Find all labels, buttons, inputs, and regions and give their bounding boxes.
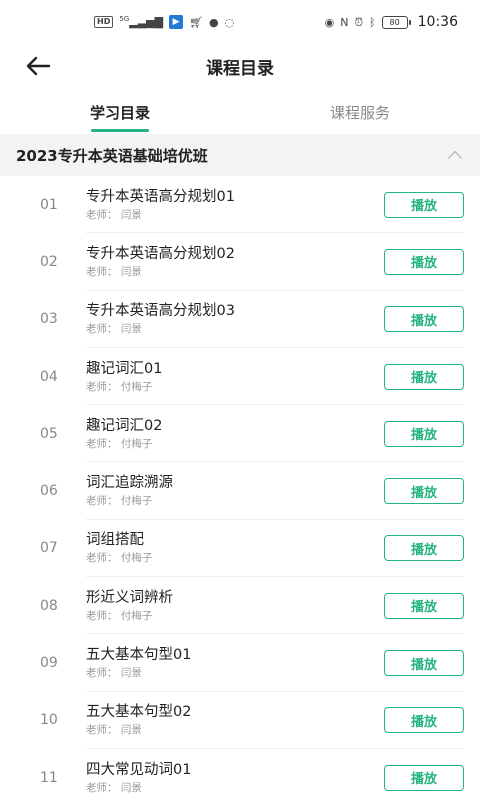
lesson-info: 词组搭配 老师： 付梅子: [86, 530, 384, 566]
lesson-row[interactable]: 07 词组搭配 老师： 付梅子 播放: [0, 520, 480, 578]
lesson-teacher: 老师： 闫景: [86, 724, 142, 737]
lesson-title: 五大基本句型01: [86, 647, 192, 664]
lesson-row[interactable]: 05 趣记词汇02 老师： 付梅子 播放: [0, 405, 480, 463]
lesson-info: 形近义词辨析 老师： 付梅子: [86, 588, 384, 624]
lesson-teacher: 老师： 付梅子: [86, 552, 153, 565]
lesson-row[interactable]: 06 词汇追踪溯源 老师： 付梅子 播放: [0, 462, 480, 521]
battery-icon: 80: [381, 15, 411, 29]
lesson-title: 四大常见动词01: [86, 761, 192, 778]
play-button[interactable]: 播放: [384, 420, 464, 447]
lesson-info: 专升本英语高分规划01 老师： 闫景: [86, 187, 384, 223]
lesson-row[interactable]: 02 专升本英语高分规划02 老师： 闫景 播放: [0, 233, 480, 291]
lesson-number: 06: [40, 483, 58, 500]
signal-5g-icon: 5G▂▃▅▇: [119, 15, 164, 29]
back-button[interactable]: [22, 52, 54, 80]
tab-study-catalog[interactable]: 学习目录: [0, 90, 240, 134]
lesson-number: 04: [40, 368, 58, 385]
lesson-title: 形近义词辨析: [86, 589, 173, 606]
lesson-number: 11: [40, 769, 58, 786]
chat-icon: ◌: [224, 15, 235, 29]
lesson-number: 10: [40, 712, 58, 729]
course-section-title: 2023专升本英语基础培优班: [16, 146, 208, 165]
cart-icon: 🛒︎: [189, 15, 204, 29]
lesson-title: 五大基本句型02: [86, 704, 192, 721]
play-button[interactable]: 播放: [384, 191, 464, 218]
lesson-title: 词组搭配: [86, 532, 144, 549]
lesson-teacher: 老师： 闫景: [86, 323, 142, 336]
lesson-row[interactable]: 03 专升本英语高分规划03 老师： 闫景 播放: [0, 291, 480, 349]
nfc-icon: N: [340, 15, 349, 29]
status-right: ◉ N ⏰︎ ᛒ 80 10:36: [325, 14, 458, 30]
play-button[interactable]: 播放: [384, 306, 464, 333]
play-button[interactable]: 播放: [384, 592, 464, 619]
lesson-info: 专升本英语高分规划02 老师： 闫景: [86, 244, 384, 280]
course-section-header[interactable]: 2023专升本英语基础培优班: [0, 134, 480, 176]
play-button[interactable]: 播放: [384, 478, 464, 505]
network-type: 5G: [119, 15, 130, 24]
bluetooth-icon: ᛒ: [369, 15, 376, 29]
play-button[interactable]: 播放: [384, 363, 464, 390]
lesson-number: 01: [40, 196, 58, 213]
lesson-number: 02: [40, 253, 58, 270]
lesson-row[interactable]: 11 四大常见动词01 老师： 闫景 播放: [0, 749, 480, 800]
lesson-list: 01 专升本英语高分规划01 老师： 闫景 播放 02 专升本英语高分规划02 …: [0, 176, 480, 800]
lesson-info: 趣记词汇02 老师： 付梅子: [86, 416, 384, 452]
lesson-row[interactable]: 09 五大基本句型01 老师： 闫景 播放: [0, 634, 480, 692]
lesson-teacher: 老师： 闫景: [86, 265, 142, 278]
lesson-info: 词汇追踪溯源 老师： 付梅子: [86, 473, 384, 509]
lesson-number: 03: [40, 311, 58, 328]
lesson-teacher: 老师： 闫景: [86, 208, 142, 221]
play-button[interactable]: 播放: [384, 650, 464, 677]
lesson-title: 趣记词汇01: [86, 360, 163, 377]
tab-label: 学习目录: [89, 103, 150, 122]
lesson-title: 专升本英语高分规划02: [86, 245, 235, 262]
lesson-teacher: 老师： 付梅子: [86, 380, 153, 393]
lesson-teacher: 老师： 付梅子: [86, 437, 153, 450]
page-title: 课程目录: [206, 58, 274, 79]
lesson-teacher: 老师： 付梅子: [86, 495, 153, 508]
tab-course-service[interactable]: 课程服务: [240, 90, 480, 134]
lesson-teacher: 老师： 付梅子: [86, 609, 153, 622]
play-button[interactable]: 播放: [384, 248, 464, 275]
lesson-number: 09: [40, 655, 58, 672]
play-button[interactable]: 播放: [384, 535, 464, 562]
alarm-icon: ⏰︎: [354, 15, 364, 29]
lesson-info: 五大基本句型02 老师： 闫景: [86, 702, 384, 738]
lesson-number: 08: [40, 597, 58, 614]
tab-label: 课程服务: [329, 103, 390, 122]
nav-bar: 课程目录: [0, 44, 480, 88]
clock: 10:36: [417, 14, 458, 30]
lesson-title: 词汇追踪溯源: [86, 475, 173, 492]
badge-icon: ●: [209, 15, 219, 29]
lesson-number: 07: [40, 540, 58, 557]
tab-bar: 学习目录 课程服务: [0, 90, 480, 134]
lesson-row[interactable]: 01 专升本英语高分规划01 老师： 闫景 播放: [0, 176, 480, 234]
play-button[interactable]: 播放: [384, 707, 464, 734]
lesson-number: 05: [40, 425, 58, 442]
arrow-left-icon: [26, 56, 51, 76]
lesson-title: 趣记词汇02: [86, 417, 163, 434]
hd-icon: HD: [94, 16, 114, 28]
lesson-teacher: 老师： 闫景: [86, 781, 142, 794]
status-bar: HD 5G▂▃▅▇ ▶ 🛒︎ ● ◌ ◉ N ⏰︎ ᛒ 80 10:36: [0, 0, 480, 44]
lesson-title: 专升本英语高分规划01: [86, 188, 235, 205]
app-icon: ▶: [169, 15, 184, 29]
lesson-row[interactable]: 10 五大基本句型02 老师： 闫景 播放: [0, 692, 480, 750]
lesson-info: 专升本英语高分规划03 老师： 闫景: [86, 301, 384, 337]
lesson-teacher: 老师： 闫景: [86, 667, 142, 680]
tab-active-indicator: [91, 129, 149, 132]
lesson-row[interactable]: 04 趣记词汇01 老师： 付梅子 播放: [0, 348, 480, 406]
lesson-title: 专升本英语高分规划03: [86, 303, 235, 320]
play-button[interactable]: 播放: [384, 764, 464, 791]
eye-icon: ◉: [324, 15, 335, 29]
chevron-up-icon[interactable]: [448, 148, 462, 162]
lesson-info: 五大基本句型01 老师： 闫景: [86, 645, 384, 681]
lesson-info: 趣记词汇01 老师： 付梅子: [86, 359, 384, 395]
lesson-info: 四大常见动词01 老师： 闫景: [86, 760, 384, 796]
lesson-row[interactable]: 08 形近义词辨析 老师： 付梅子 播放: [0, 577, 480, 635]
status-left: HD 5G▂▃▅▇ ▶ 🛒︎ ● ◌: [94, 15, 234, 29]
